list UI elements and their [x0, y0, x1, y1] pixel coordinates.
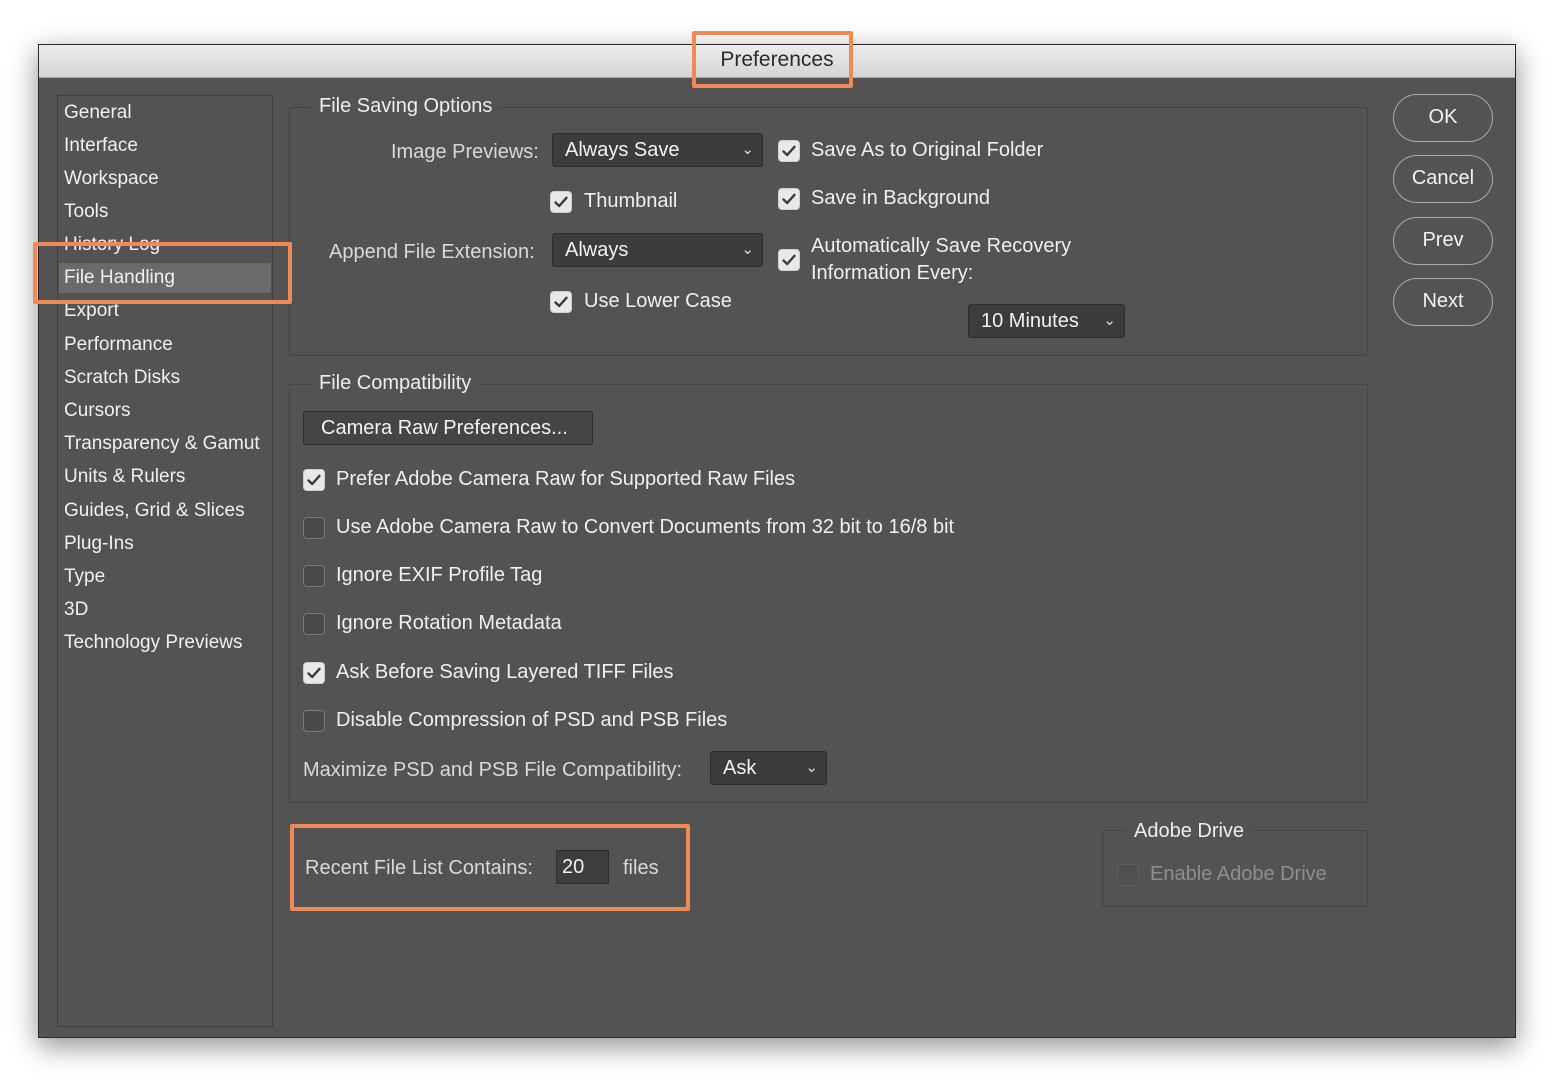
file-handling-highlight-box [33, 242, 292, 304]
sidebar-item-type[interactable]: Type [59, 562, 271, 592]
sidebar-item-units-rulers[interactable]: Units & Rulers [59, 462, 271, 492]
save-background-label: Save in Background [811, 187, 991, 209]
ignore-exif-label: Ignore EXIF Profile Tag [336, 564, 543, 586]
ignore-rotation-checkbox[interactable] [303, 613, 325, 635]
next-button[interactable]: Next [1393, 278, 1493, 326]
save-original-folder-checkbox[interactable] [778, 140, 800, 162]
convert-32bit-checkbox[interactable] [303, 517, 325, 539]
save-background-checkbox[interactable] [778, 188, 800, 210]
preferences-dialog: Preferences General Interface Workspace … [38, 44, 1516, 1038]
sidebar-item-cursors[interactable]: Cursors [59, 396, 271, 426]
sidebar-item-tools[interactable]: Tools [59, 197, 271, 227]
chevron-down-icon: ⌄ [741, 141, 754, 158]
file-saving-options-title: File Saving Options [311, 95, 501, 118]
sidebar-item-plug-ins[interactable]: Plug-Ins [59, 529, 271, 559]
auto-save-recovery-checkbox[interactable] [778, 249, 800, 271]
chevron-down-icon: ⌄ [1103, 312, 1116, 329]
file-compatibility-title: File Compatibility [311, 372, 480, 395]
sidebar-item-scratch-disks[interactable]: Scratch Disks [59, 363, 271, 393]
enable-adobe-drive-checkbox[interactable] [1117, 864, 1139, 886]
lower-case-label: Use Lower Case [584, 290, 732, 312]
sidebar-item-3d[interactable]: 3D [59, 595, 271, 625]
recent-files-highlight-box [290, 824, 690, 911]
image-previews-select[interactable]: Always Save ⌄ [552, 133, 763, 167]
append-extension-label: Append File Extension: [329, 241, 535, 263]
enable-adobe-drive-label: Enable Adobe Drive [1150, 863, 1327, 885]
disable-compression-label: Disable Compression of PSD and PSB Files [336, 709, 728, 731]
ignore-exif-checkbox[interactable] [303, 565, 325, 587]
maximize-compatibility-value: Ask [723, 757, 757, 779]
maximize-compatibility-label: Maximize PSD and PSB File Compatibility: [303, 759, 683, 781]
cancel-button[interactable]: Cancel [1393, 155, 1493, 203]
sidebar-item-performance[interactable]: Performance [59, 330, 271, 360]
auto-save-recovery-label-line2: Information Every: [811, 262, 974, 284]
category-sidebar: General Interface Workspace Tools Histor… [57, 95, 273, 1027]
prefer-camera-raw-checkbox[interactable] [303, 469, 325, 491]
append-extension-value: Always [565, 239, 629, 261]
thumbnail-checkbox[interactable] [550, 191, 572, 213]
thumbnail-label: Thumbnail [584, 190, 678, 212]
sidebar-item-guides-grid-slices[interactable]: Guides, Grid & Slices [59, 496, 271, 526]
prev-button[interactable]: Prev [1393, 217, 1493, 265]
chevron-down-icon: ⌄ [741, 241, 754, 258]
ignore-rotation-label: Ignore Rotation Metadata [336, 612, 562, 634]
title-highlight-box [692, 31, 853, 88]
ask-layered-tiff-checkbox[interactable] [303, 662, 325, 684]
disable-compression-checkbox[interactable] [303, 710, 325, 732]
chevron-down-icon: ⌄ [805, 759, 818, 776]
prefer-camera-raw-label: Prefer Adobe Camera Raw for Supported Ra… [336, 468, 796, 490]
file-compatibility-group [289, 384, 1368, 803]
sidebar-item-interface[interactable]: Interface [59, 131, 271, 161]
adobe-drive-title: Adobe Drive [1126, 820, 1253, 843]
ask-layered-tiff-label: Ask Before Saving Layered TIFF Files [336, 661, 674, 683]
camera-raw-preferences-button[interactable]: Camera Raw Preferences... [303, 411, 593, 445]
convert-32bit-label: Use Adobe Camera Raw to Convert Document… [336, 516, 955, 538]
lower-case-checkbox[interactable] [550, 291, 572, 313]
maximize-compatibility-select[interactable]: Ask ⌄ [710, 751, 827, 785]
sidebar-item-workspace[interactable]: Workspace [59, 164, 271, 194]
sidebar-item-general[interactable]: General [59, 98, 271, 128]
append-extension-select[interactable]: Always ⌄ [552, 233, 763, 267]
auto-save-recovery-label-line1: Automatically Save Recovery [811, 235, 1072, 257]
auto-save-interval-value: 10 Minutes [981, 310, 1079, 332]
sidebar-item-technology-previews[interactable]: Technology Previews [59, 628, 271, 658]
save-original-folder-label: Save As to Original Folder [811, 139, 1044, 161]
sidebar-item-transparency-gamut[interactable]: Transparency & Gamut [59, 429, 271, 459]
auto-save-interval-select[interactable]: 10 Minutes ⌄ [968, 304, 1125, 338]
image-previews-value: Always Save [565, 139, 680, 161]
ok-button[interactable]: OK [1393, 94, 1493, 142]
image-previews-label: Image Previews: [391, 141, 539, 163]
